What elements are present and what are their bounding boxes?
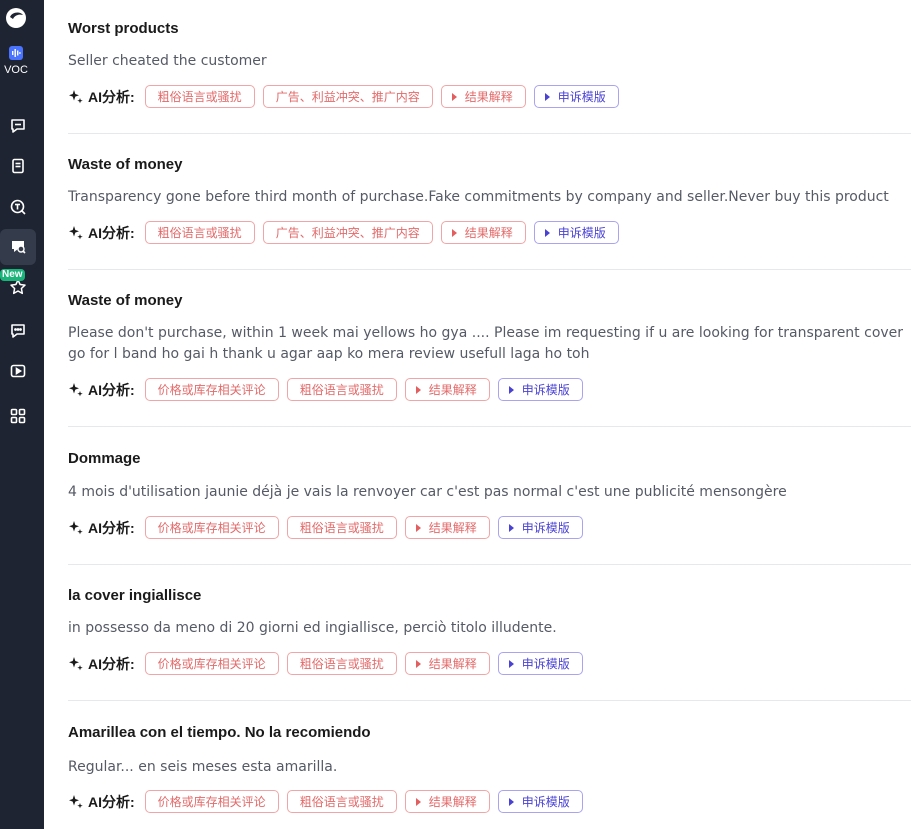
caret-right-icon xyxy=(415,797,421,806)
ai-analysis-row: AI分析: 粗俗语言或骚扰 广告、利益冲突、推广内容 结果解释 申诉模版 xyxy=(68,221,619,244)
review-card: Dommage 4 mois d'utilisation jaunie déjà… xyxy=(68,427,911,565)
caret-right-icon xyxy=(451,228,457,237)
ai-analysis-text: AI分析: xyxy=(88,655,135,672)
caret-right-icon xyxy=(508,797,514,806)
ai-analysis-row: AI分析: 价格或库存相关评论 粗俗语言或骚扰 结果解释 申诉模版 xyxy=(68,652,583,675)
sparkle-icon xyxy=(69,225,83,239)
voc-label: VOC xyxy=(4,64,28,76)
ai-analysis-label: AI分析: xyxy=(68,518,135,538)
explain-result-button[interactable]: 结果解释 xyxy=(404,378,490,401)
sidebar-item-messages[interactable] xyxy=(0,313,36,349)
category-tag[interactable]: 粗俗语言或骚扰 xyxy=(286,516,397,539)
sparkle-icon xyxy=(69,656,83,670)
app-logo-icon[interactable] xyxy=(4,6,28,30)
grid-apps-icon xyxy=(10,408,26,424)
ai-analysis-label: AI分析: xyxy=(68,223,135,243)
explain-result-button[interactable]: 结果解释 xyxy=(404,516,490,539)
ai-analysis-label: AI分析: xyxy=(68,654,135,674)
ai-analysis-label: AI分析: xyxy=(68,87,135,107)
review-body: Seller cheated the customer xyxy=(68,53,267,69)
explain-result-button[interactable]: 结果解释 xyxy=(440,221,526,244)
ai-analysis-label: AI分析: xyxy=(68,792,135,812)
category-tag[interactable]: 粗俗语言或骚扰 xyxy=(286,378,397,401)
review-card: Amarillea con el tiempo. No la recomiend… xyxy=(68,701,911,829)
sparkle-icon xyxy=(69,794,83,808)
review-title: Waste of money xyxy=(68,156,183,173)
review-title: Amarillea con el tiempo. No la recomiend… xyxy=(68,724,371,741)
review-title: Worst products xyxy=(68,20,179,37)
review-title: la cover ingiallisce xyxy=(68,587,202,604)
caret-right-icon xyxy=(508,385,514,394)
category-tag[interactable]: 价格或库存相关评论 xyxy=(144,516,279,539)
review-card: Waste of money Please don't purchase, wi… xyxy=(68,270,911,427)
ai-analysis-text: AI分析: xyxy=(88,381,135,398)
caret-right-icon xyxy=(544,92,550,101)
caret-right-icon xyxy=(544,228,550,237)
caret-right-icon xyxy=(415,523,421,532)
ai-analysis-text: AI分析: xyxy=(88,519,135,536)
review-search-icon xyxy=(12,241,26,254)
review-card: Worst products Seller cheated the custom… xyxy=(68,0,911,134)
ai-analysis-row: AI分析: 价格或库存相关评论 粗俗语言或骚扰 结果解释 申诉模版 xyxy=(68,516,583,539)
category-tag[interactable]: 粗俗语言或骚扰 xyxy=(144,85,255,108)
category-tag[interactable]: 价格或库存相关评论 xyxy=(144,378,279,401)
message-dots-icon xyxy=(11,324,25,338)
document-icon xyxy=(12,158,24,174)
review-body: Regular... en seis meses esta amarilla. xyxy=(68,759,338,775)
sidebar-item-documents[interactable] xyxy=(0,148,36,184)
category-tag[interactable]: 广告、利益冲突、推广内容 xyxy=(262,85,433,108)
sparkle-icon xyxy=(69,520,83,534)
new-badge: New xyxy=(0,269,25,281)
category-tag[interactable]: 价格或库存相关评论 xyxy=(144,790,279,813)
sparkle-icon xyxy=(69,89,83,103)
ai-analysis-text: AI分析: xyxy=(88,224,135,241)
sparkle-icon xyxy=(69,382,83,396)
review-title: Dommage xyxy=(68,450,141,467)
caret-right-icon xyxy=(451,92,457,101)
appeal-template-button[interactable]: 申诉模版 xyxy=(497,378,583,401)
chat-bubble-icon xyxy=(11,119,25,133)
voc-waveform-icon xyxy=(9,46,23,60)
category-tag[interactable]: 广告、利益冲突、推广内容 xyxy=(262,221,433,244)
search-t-icon xyxy=(10,199,26,215)
ai-analysis-row: AI分析: 价格或库存相关评论 粗俗语言或骚扰 结果解释 申诉模版 xyxy=(68,790,583,813)
ai-analysis-label: AI分析: xyxy=(68,380,135,400)
sidebar-item-chat[interactable] xyxy=(0,108,36,144)
ai-analysis-text: AI分析: xyxy=(88,793,135,810)
review-title: Waste of money xyxy=(68,292,183,309)
voc-nav-item[interactable]: VOC xyxy=(0,46,32,76)
explain-result-button[interactable]: 结果解释 xyxy=(440,85,526,108)
sidebar: VOC New xyxy=(0,0,44,829)
review-card: Waste of money Transparency gone before … xyxy=(68,134,911,270)
category-tag[interactable]: 粗俗语言或骚扰 xyxy=(286,790,397,813)
caret-right-icon xyxy=(415,659,421,668)
category-tag[interactable]: 价格或库存相关评论 xyxy=(144,652,279,675)
ai-analysis-row: AI分析: 粗俗语言或骚扰 广告、利益冲突、推广内容 结果解释 申诉模版 xyxy=(68,85,619,108)
appeal-template-button[interactable]: 申诉模版 xyxy=(533,85,619,108)
category-tag[interactable]: 粗俗语言或骚扰 xyxy=(286,652,397,675)
ai-analysis-row: AI分析: 价格或库存相关评论 粗俗语言或骚扰 结果解释 申诉模版 xyxy=(68,378,583,401)
category-tag[interactable]: 粗俗语言或骚扰 xyxy=(144,221,255,244)
appeal-template-button[interactable]: 申诉模版 xyxy=(497,790,583,813)
caret-right-icon xyxy=(508,523,514,532)
caret-right-icon xyxy=(415,385,421,394)
sidebar-item-review-analysis[interactable] xyxy=(0,229,36,265)
review-body: 4 mois d'utilisation jaunie déjà je vais… xyxy=(68,484,787,500)
review-list: Worst products Seller cheated the custom… xyxy=(44,0,911,829)
appeal-template-button[interactable]: 申诉模版 xyxy=(497,516,583,539)
sidebar-item-video[interactable] xyxy=(0,353,36,389)
appeal-template-button[interactable]: 申诉模版 xyxy=(533,221,619,244)
review-body: Please don't purchase, within 1 week mai… xyxy=(68,325,904,362)
play-icon xyxy=(10,364,26,378)
review-card: la cover ingiallisce in possesso da meno… xyxy=(68,565,911,701)
sidebar-item-apps[interactable] xyxy=(0,398,36,434)
ai-analysis-text: AI分析: xyxy=(88,88,135,105)
explain-result-button[interactable]: 结果解释 xyxy=(404,652,490,675)
caret-right-icon xyxy=(508,659,514,668)
appeal-template-button[interactable]: 申诉模版 xyxy=(497,652,583,675)
review-body: in possesso da meno di 20 giorni ed ingi… xyxy=(68,620,557,636)
explain-result-button[interactable]: 结果解释 xyxy=(404,790,490,813)
review-body: Transparency gone before third month of … xyxy=(68,189,889,205)
sidebar-item-search[interactable] xyxy=(0,189,36,225)
